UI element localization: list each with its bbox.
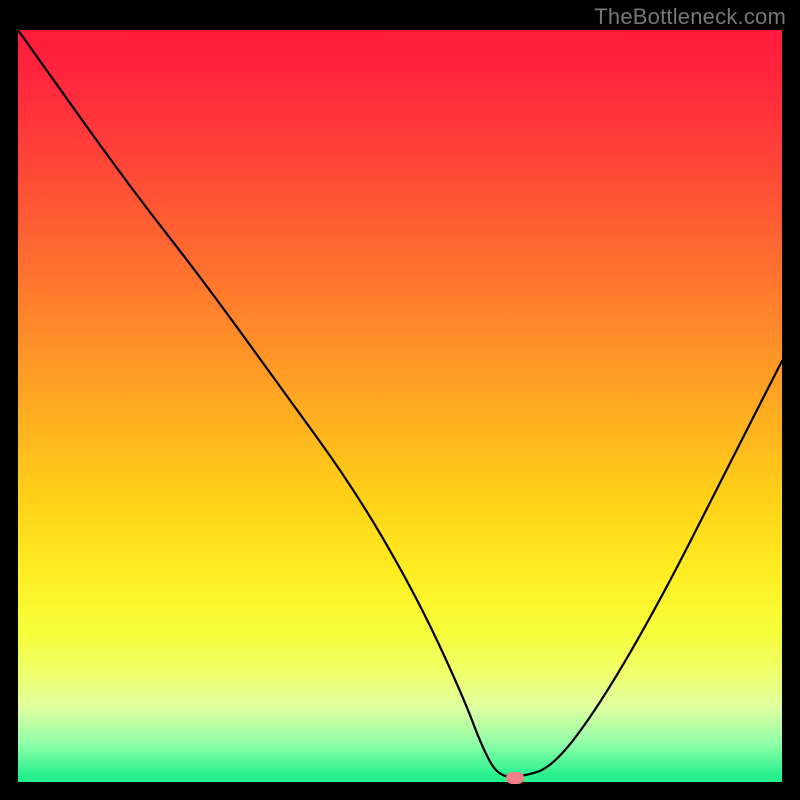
bottleneck-curve [18, 30, 782, 782]
plot-area [18, 30, 782, 782]
chart-frame: TheBottleneck.com [0, 0, 800, 800]
curve-path [18, 30, 782, 777]
optimal-marker [506, 772, 524, 784]
watermark-label: TheBottleneck.com [594, 4, 786, 30]
